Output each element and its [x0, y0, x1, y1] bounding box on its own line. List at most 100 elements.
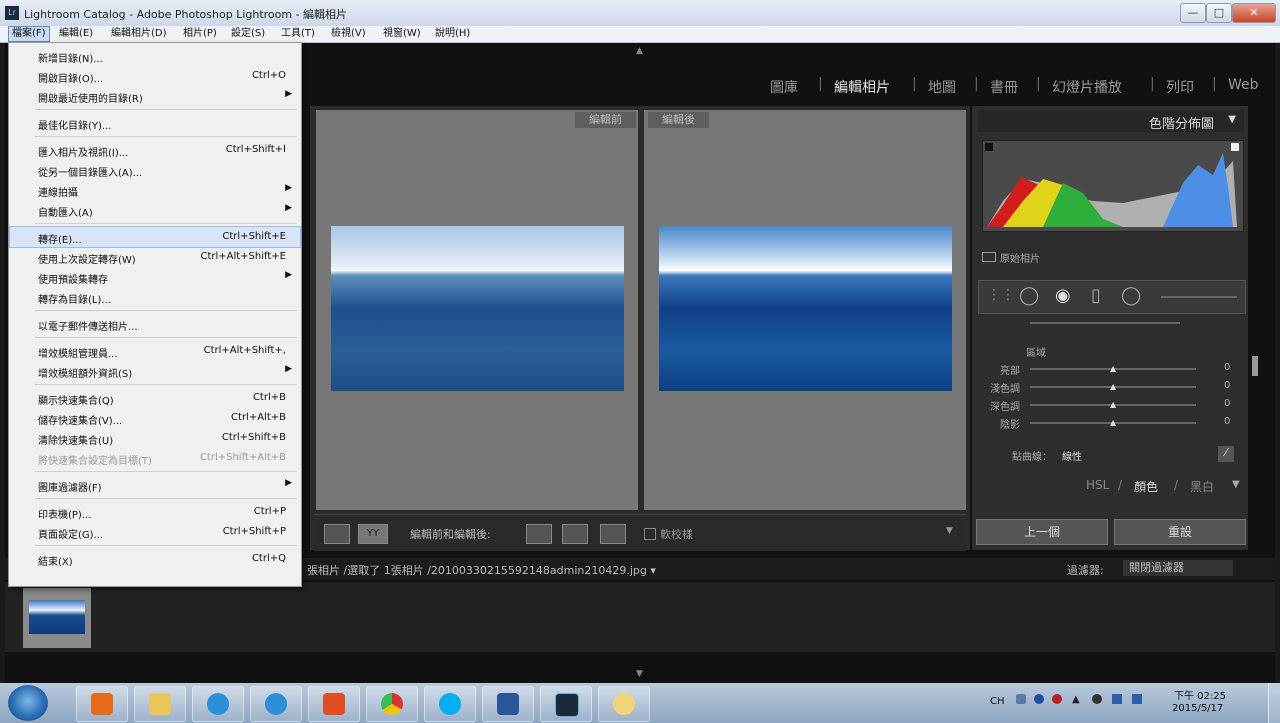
file-menu-item[interactable]: 頁面設定(G)... Ctrl+Shift+P	[10, 522, 300, 542]
menu-help[interactable]: 說明(H)	[432, 27, 473, 41]
close-button[interactable]: ✕	[1232, 3, 1276, 23]
menu-file[interactable]: 檔案(F)	[8, 26, 50, 42]
crop-icon[interactable]: ⋮⋮	[987, 287, 1015, 303]
taskbar-media-player[interactable]	[76, 686, 128, 722]
graduated-filter-icon[interactable]: ▯	[1091, 285, 1101, 306]
clock-date[interactable]: 2015/5/17	[1172, 703, 1223, 714]
shadows-value[interactable]: 0	[1224, 416, 1230, 427]
collapse-bottom-arrow-icon[interactable]: ▼	[636, 669, 643, 679]
soft-proofing-checkbox[interactable]	[644, 528, 656, 540]
toolbar-menu-chevron-icon[interactable]: ▼	[946, 526, 953, 536]
taskbar-lightroom[interactable]	[540, 686, 592, 722]
brush-slider[interactable]	[1161, 296, 1237, 298]
show-desktop-button[interactable]	[1268, 683, 1280, 723]
hsl-tab[interactable]: HSL	[1086, 478, 1109, 492]
menu-settings[interactable]: 設定(S)	[228, 27, 268, 41]
highlights-value[interactable]: 0	[1224, 362, 1230, 373]
taskbar-paint[interactable]	[598, 686, 650, 722]
taskbar-file-explorer[interactable]	[134, 686, 186, 722]
menu-view[interactable]: 檢視(V)	[328, 27, 369, 41]
color-tab[interactable]: 顏色	[1134, 478, 1158, 495]
histogram-graph	[985, 143, 1239, 227]
file-menu-item[interactable]: 開啟最近使用的目錄(R) ▶	[10, 86, 300, 106]
module-web[interactable]: Web	[1228, 77, 1259, 93]
target-adjust-icon[interactable]: ⁄	[1218, 446, 1234, 462]
darks-value[interactable]: 0	[1224, 398, 1230, 409]
file-menu-item[interactable]: 儲存快速集合(V)... Ctrl+Alt+B	[10, 408, 300, 428]
module-slideshow[interactable]: 幻燈片播放	[1052, 77, 1122, 97]
file-menu-item[interactable]: 增效模組管理員... Ctrl+Alt+Shift+,	[10, 341, 300, 361]
panel-collapse-icon[interactable]: ▼	[1228, 114, 1236, 125]
file-menu-item[interactable]: 轉存(E)... Ctrl+Shift+E	[9, 226, 301, 248]
radial-filter-icon[interactable]: ◯	[1121, 285, 1141, 306]
loupe-view-icon[interactable]	[324, 524, 350, 544]
menu-develop[interactable]: 編輯相片(D)	[108, 27, 170, 41]
original-photo-checkbox[interactable]	[982, 252, 996, 262]
file-menu-item[interactable]: 匯入相片及視訊(I)... Ctrl+Shift+I	[10, 140, 300, 160]
menu-photo[interactable]: 相片(P)	[180, 27, 220, 41]
previous-button[interactable]: 上一個	[976, 519, 1108, 545]
taskbar-internet-explorer-2[interactable]	[250, 686, 302, 722]
copy-after-to-before-icon[interactable]	[562, 524, 588, 544]
file-menu-item[interactable]: 自動匯入(A) ▶	[10, 200, 300, 220]
file-menu-item[interactable]: 顯示快速集合(Q) Ctrl+B	[10, 388, 300, 408]
red-eye-icon[interactable]: ◉	[1055, 285, 1071, 306]
file-menu-item[interactable]: 轉存為目錄(L)...	[10, 287, 300, 307]
file-menu-item[interactable]: 印表機(P)... Ctrl+P	[10, 502, 300, 522]
taskbar-internet-explorer[interactable]	[192, 686, 244, 722]
file-menu-item[interactable]: 從另一個目錄匯入(A)...	[10, 160, 300, 180]
menu-window[interactable]: 視窗(W)	[380, 27, 424, 41]
taskbar-office[interactable]	[308, 686, 360, 722]
menu-tools[interactable]: 工具(T)	[278, 27, 318, 41]
module-library[interactable]: 圖庫	[770, 77, 798, 97]
point-curve-dropdown[interactable]: 線性	[1062, 448, 1082, 463]
taskbar-word[interactable]	[482, 686, 534, 722]
clock-time[interactable]: 下午 02:25	[1174, 687, 1226, 702]
filter-dropdown[interactable]: 關閉過濾器	[1123, 560, 1233, 576]
taskbar-skype[interactable]	[424, 686, 476, 722]
file-menu-item[interactable]: 最佳化目錄(Y)...	[10, 113, 300, 133]
file-menu-item[interactable]: 以電子郵件傳送相片...	[10, 314, 300, 334]
minimize-button[interactable]: —	[1180, 3, 1206, 23]
tone-curve-region-dividers[interactable]	[1030, 322, 1180, 324]
filmstrip-thumbnail[interactable]	[23, 588, 91, 648]
file-menu-item[interactable]: 結束(X) Ctrl+Q	[10, 549, 300, 569]
menu-edit[interactable]: 編輯(E)	[56, 27, 96, 41]
hsl-collapse-icon[interactable]: ▼	[1232, 479, 1240, 490]
swap-icon[interactable]	[600, 524, 626, 544]
reset-button[interactable]: 重設	[1114, 519, 1246, 545]
language-indicator[interactable]: CH	[990, 696, 1005, 707]
module-print[interactable]: 列印	[1166, 77, 1194, 97]
file-menu-item[interactable]: 使用上次設定轉存(W) Ctrl+Alt+Shift+E	[10, 247, 300, 267]
file-menu-item[interactable]: 新增目錄(N)...	[10, 46, 300, 66]
keyboard-icon[interactable]	[1016, 694, 1026, 704]
file-menu-item[interactable]: 開啟目錄(O)... Ctrl+O	[10, 66, 300, 86]
module-map[interactable]: 地圖	[928, 77, 956, 97]
module-book[interactable]: 書冊	[990, 77, 1018, 97]
histogram-header[interactable]: 色階分佈圖 ▼	[978, 110, 1244, 132]
file-menu-item[interactable]: 清除快速集合(U) Ctrl+Shift+B	[10, 428, 300, 448]
file-menu-item[interactable]: 連線拍攝 ▶	[10, 180, 300, 200]
start-button[interactable]	[8, 685, 48, 721]
network-icon[interactable]	[1092, 694, 1102, 704]
right-panel-scrollbar[interactable]	[1252, 356, 1258, 376]
lights-value[interactable]: 0	[1224, 380, 1230, 391]
file-menu-item[interactable]: 使用預設集轉存 ▶	[10, 267, 300, 287]
bw-tab[interactable]: 黑白	[1190, 478, 1214, 495]
taskbar-chrome[interactable]	[366, 686, 418, 722]
help-icon[interactable]	[1034, 694, 1044, 704]
before-after-view-icon[interactable]: YY	[358, 524, 388, 544]
show-hidden-icons-icon[interactable]: ▲	[1072, 694, 1080, 705]
spot-removal-icon[interactable]: ◯	[1019, 285, 1039, 306]
maximize-button[interactable]: □	[1206, 3, 1232, 23]
collapse-top-arrow-icon[interactable]: ▲	[636, 46, 643, 56]
filmstrip-info[interactable]: 張相片 /選取了 1張相片 /20100330215592148admin210…	[307, 562, 656, 578]
antivirus-icon[interactable]	[1052, 694, 1062, 704]
module-develop[interactable]: 編輯相片	[834, 77, 890, 97]
file-menu-item[interactable]: 將快速集合設定為目標(T) Ctrl+Shift+Alt+B	[10, 448, 300, 468]
power-icon[interactable]	[1132, 694, 1142, 704]
file-menu-item[interactable]: 圖庫過濾器(F) ▶	[10, 475, 300, 495]
copy-before-to-after-icon[interactable]	[526, 524, 552, 544]
volume-icon[interactable]	[1112, 694, 1122, 704]
file-menu-item[interactable]: 增效模組額外資訊(S) ▶	[10, 361, 300, 381]
